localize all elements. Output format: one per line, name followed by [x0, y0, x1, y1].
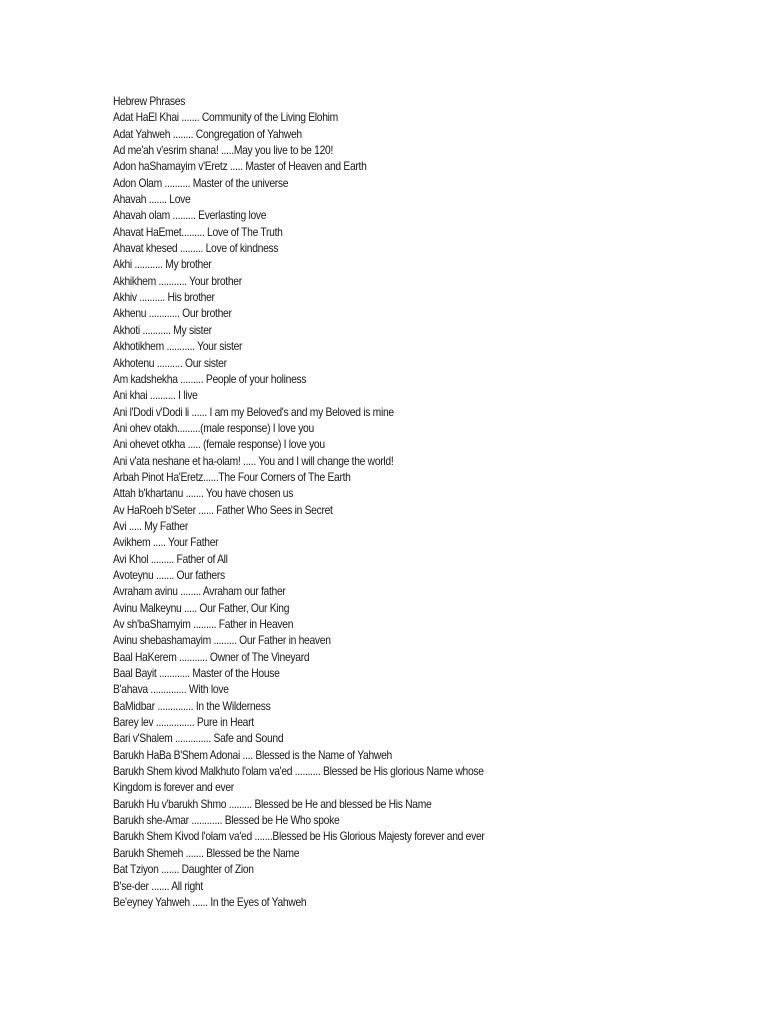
phrase-entry: Be'eyney Yahweh ...... In the Eyes of Ya… — [113, 894, 307, 909]
phrase-entry: Avi ..... My Father — [113, 518, 188, 533]
phrase-entry: Ahavah ....... Love — [113, 192, 191, 207]
phrase-entry: Barukh HaBa B'Shem Adonai .... Blessed i… — [113, 747, 392, 762]
phrase-entry: Am kadshekha ......... People of your ho… — [113, 371, 307, 386]
phrase-entry: Baal Bayit ............ Master of the Ho… — [113, 666, 280, 681]
phrase-entry: Ani ohev otakh.........(male response) I… — [113, 420, 314, 435]
phrase-entry: Ahavat HaEmet......... Love of The Truth — [113, 224, 283, 239]
phrase-list: Adat HaEl Khai ....... Community of the … — [113, 109, 513, 910]
phrase-entry: Akhikhem ........... Your brother — [113, 273, 242, 288]
phrase-entry: Adat Yahweh ........ Congregation of Yah… — [113, 126, 302, 141]
phrase-entry: Bari v'Shalem .............. Safe and So… — [113, 731, 284, 746]
phrase-entry: Avi Khol ......... Father of All — [113, 551, 228, 566]
phrase-entry: Avikhem ..... Your Father — [113, 535, 219, 550]
phrase-entry: Ahavat khesed ......... Love of kindness — [113, 241, 279, 256]
phrase-entry: Adon haShamayim v'Eretz ..... Master of … — [113, 159, 367, 174]
phrase-entry: Akhoti ........... My sister — [113, 322, 212, 337]
phrase-entry: Avoteynu ....... Our fathers — [113, 567, 225, 582]
phrase-entry: Attah b'khartanu ....... You have chosen… — [113, 486, 294, 501]
phrase-entry: Adon Olam .......... Master of the unive… — [113, 175, 289, 190]
document-title: Hebrew Phrases — [113, 94, 186, 108]
phrase-entry: Akhiv .......... His brother — [113, 290, 215, 305]
phrase-entry: BaMidbar .............. In the Wildernes… — [113, 698, 271, 713]
document-page: Hebrew Phrases Adat HaEl Khai ....... Co… — [113, 93, 513, 910]
phrase-entry: Barukh Hu v'barukh Shmo ......... Blesse… — [113, 796, 432, 811]
phrase-entry: Akhenu ............ Our brother — [113, 306, 232, 321]
phrase-entry: Avinu shebashamayim ......... Our Father… — [113, 633, 331, 648]
phrase-entry: Barukh she-Amar ............ Blessed be … — [113, 813, 340, 828]
phrase-entry: Ani l'Dodi v'Dodi li ...... I am my Belo… — [113, 404, 394, 419]
phrase-entry: Akhotikhem ........... Your sister — [113, 339, 243, 354]
phrase-entry: Av HaRoeh b'Seter ...... Father Who Sees… — [113, 502, 333, 517]
phrase-entry: Ani ohevet otkha ..... (female response)… — [113, 437, 325, 452]
phrase-entry: B'ahava .............. With love — [113, 682, 229, 697]
phrase-entry: Barukh Shem Kivod l'olam va'ed .......Bl… — [113, 829, 485, 844]
phrase-entry: Avraham avinu ........ Avraham our fathe… — [113, 584, 286, 599]
phrase-entry: Av sh'baShamyim ......... Father in Heav… — [113, 617, 294, 631]
phrase-entry: Baal HaKerem ........... Owner of The Vi… — [113, 649, 310, 664]
phrase-entry: Barukh Shem kivod Malkhuto l'olam va'ed … — [113, 764, 484, 795]
phrase-entry: Avinu Malkeynu ..... Our Father, Our Kin… — [113, 600, 290, 615]
phrase-entry: B'se-der ....... All right — [113, 878, 203, 893]
phrase-entry: Adat HaEl Khai ....... Community of the … — [113, 110, 338, 125]
phrase-entry: Akhi ........... My brother — [113, 257, 212, 272]
phrase-entry: Akhotenu .......... Our sister — [113, 355, 227, 370]
phrase-entry: Arbah Pinot Ha'Eretz......The Four Corne… — [113, 469, 351, 484]
phrase-entry: Ani khai .......... I live — [113, 388, 198, 403]
phrase-entry: Barukh Shemeh ....... Blessed be the Nam… — [113, 845, 300, 860]
phrase-entry: Ahavah olam ......... Everlasting love — [113, 208, 267, 223]
phrase-entry: Bat Tziyon ....... Daughter of Zion — [113, 862, 254, 877]
phrase-entry: Barey lev ............... Pure in Heart — [113, 715, 254, 730]
phrase-entry: Ad me'ah v'esrim shana! .....May you liv… — [113, 143, 334, 158]
phrase-entry: Ani v'ata neshane et ha-olam! ..... You … — [113, 453, 394, 468]
